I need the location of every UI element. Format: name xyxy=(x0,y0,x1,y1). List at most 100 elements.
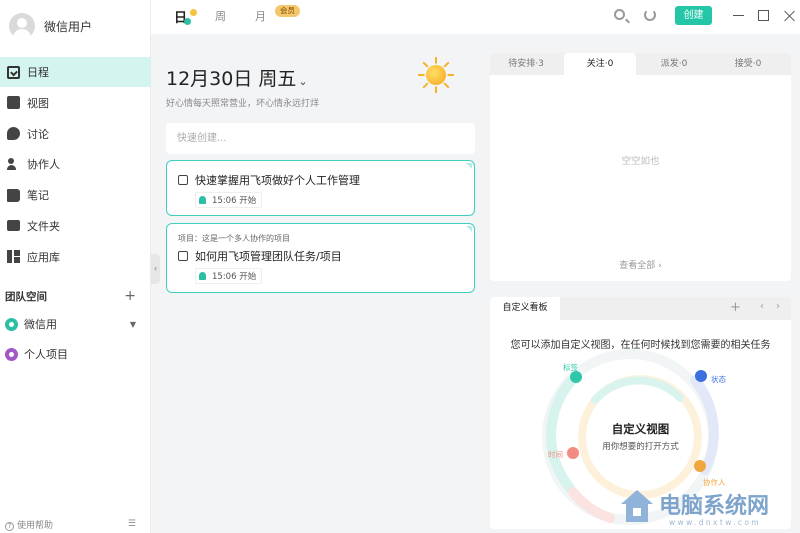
sidebar-item-discussion[interactable]: 讨论 xyxy=(0,119,151,149)
sidebar-item-collaborators[interactable]: 协作人 xyxy=(0,149,151,179)
refresh-icon[interactable] xyxy=(644,9,656,21)
sidebar-item-folders[interactable]: 文件夹 xyxy=(0,211,151,241)
tab-week[interactable]: 周 xyxy=(215,8,226,24)
task-time-label: 15:06 开始 xyxy=(212,272,257,282)
folder-icon xyxy=(7,220,20,232)
chevron-down-icon[interactable]: ▼ xyxy=(130,320,136,329)
empty-state: 空空如也 xyxy=(621,156,660,167)
bell-icon xyxy=(199,196,206,204)
chart-icon xyxy=(7,96,20,110)
bell-icon xyxy=(199,272,206,280)
next-board-button[interactable]: › xyxy=(776,301,780,312)
calendar-check-icon xyxy=(7,65,20,79)
watermark: 电脑系统网 www.dnxtw.com xyxy=(614,488,800,533)
team-item-label: 微信用 xyxy=(24,318,57,331)
prev-board-button[interactable]: ‹ xyxy=(760,301,764,312)
sidebar-item-label: 讨论 xyxy=(27,127,49,141)
task-card[interactable]: 项目：这是一个多人协作的项目 如何用飞项管理团队任务/项目 15:06 开始 xyxy=(166,223,475,293)
avatar[interactable] xyxy=(9,13,35,39)
team-space-title: 团队空间 xyxy=(5,290,47,303)
node-label-tags: 标签 xyxy=(563,363,578,372)
tab-custom-board[interactable]: 自定义看板 xyxy=(490,297,560,320)
vip-badge: 会员 xyxy=(275,5,300,17)
tab-assigned[interactable]: 派发·0 xyxy=(638,53,710,75)
collapse-sidebar-handle[interactable]: ‹ xyxy=(151,254,160,284)
team-space-header: 团队空间 + xyxy=(0,286,151,306)
help-label: 使用帮助 xyxy=(17,520,54,531)
sidebar-item-apps[interactable]: 应用库 xyxy=(0,242,151,272)
team-item-wechat[interactable]: 微信用 ▼ xyxy=(0,312,151,336)
help-icon: ? xyxy=(5,521,14,531)
quick-create-input[interactable]: 快速创建... xyxy=(166,123,475,154)
apps-icon xyxy=(7,250,20,264)
user-profile[interactable]: 微信用户 xyxy=(0,0,151,52)
tab-accepted[interactable]: 接受·0 xyxy=(712,53,784,75)
task-time: 15:06 开始 xyxy=(195,268,263,284)
status-panel: 待安排·3 关注·0 派发·0 接受·0 空空如也 查看全部 › xyxy=(490,53,791,281)
menu-icon[interactable]: ☰ xyxy=(128,519,136,529)
user-name: 微信用户 xyxy=(44,19,93,34)
tab-following[interactable]: 关注·0 xyxy=(564,53,636,75)
board-tabs: 自定义看板 + ‹ › xyxy=(490,297,791,320)
node-status xyxy=(695,370,707,382)
sidebar-item-label: 应用库 xyxy=(27,250,60,264)
notebook-icon xyxy=(7,188,20,202)
task-title-row: 快速掌握用飞项做好个人工作管理 xyxy=(178,172,360,188)
create-button[interactable]: 创建 xyxy=(675,6,712,25)
minimize-icon[interactable] xyxy=(733,15,744,16)
task-project: 项目：这是一个多人协作的项目 xyxy=(178,234,290,243)
node-label-status: 状态 xyxy=(711,375,726,384)
date-picker[interactable]: 12月30日 周五 ⌄ xyxy=(166,64,308,91)
task-card[interactable]: 快速掌握用飞项做好个人工作管理 15:06 开始 xyxy=(166,160,475,216)
sidebar-item-schedule[interactable]: 日程 xyxy=(0,57,151,87)
project-icon xyxy=(5,347,18,361)
maximize-icon[interactable] xyxy=(758,10,769,21)
search-icon[interactable] xyxy=(614,9,625,20)
day-dot-icon xyxy=(184,18,191,25)
help-link[interactable]: ? 使用帮助 xyxy=(5,518,53,531)
node-collaborator xyxy=(694,460,706,472)
chevron-down-icon: ⌄ xyxy=(298,75,308,88)
sun-weather-icon xyxy=(418,57,454,93)
node-label-collaborator: 协作人 xyxy=(703,478,726,487)
tab-month[interactable]: 月 xyxy=(255,8,266,24)
center-title: 自定义视图 xyxy=(611,422,670,436)
sidebar-item-label: 协作人 xyxy=(27,158,60,172)
people-icon xyxy=(7,157,20,171)
chat-icon xyxy=(7,127,20,141)
sidebar-item-notes[interactable]: 笔记 xyxy=(0,180,151,210)
task-checkbox[interactable] xyxy=(178,251,188,261)
view-all-link[interactable]: 查看全部 › xyxy=(490,258,791,271)
center-subtitle: 用你想要的打开方式 xyxy=(602,442,679,452)
sidebar-item-label: 笔记 xyxy=(27,189,49,203)
house-logo-icon xyxy=(621,490,653,522)
task-title-row: 如何用飞项管理团队任务/项目 xyxy=(178,248,342,264)
close-icon[interactable] xyxy=(783,9,796,22)
watermark-title: 电脑系统网 xyxy=(659,494,770,519)
top-bar: 日 周 月 会员 创建 xyxy=(151,0,800,34)
tab-pending[interactable]: 待安排·3 xyxy=(490,53,562,75)
team-icon xyxy=(5,317,18,331)
add-board-button[interactable]: + xyxy=(730,300,741,315)
daily-motto: 好心情每天照常营业，坏心情永远打烊 xyxy=(166,99,320,109)
status-tabs: 待安排·3 关注·0 派发·0 接受·0 xyxy=(490,53,791,75)
add-team-button[interactable]: + xyxy=(124,288,136,304)
ring-arc-time xyxy=(568,487,615,523)
sidebar-nav: 日程 视图 讨论 协作人 笔记 文件夹 应用库 xyxy=(0,57,151,273)
task-time-label: 15:06 开始 xyxy=(212,196,257,206)
sidebar-footer: ? 使用帮助 ☰ xyxy=(0,515,151,533)
team-item-label: 个人项目 xyxy=(24,348,68,361)
page-title: 12月30日 周五 xyxy=(166,68,297,90)
task-title: 如何用飞项管理团队任务/项目 xyxy=(195,250,342,263)
sidebar-item-label: 文件夹 xyxy=(27,219,60,233)
watermark-url: www.dnxtw.com xyxy=(669,518,762,527)
task-checkbox[interactable] xyxy=(178,175,188,185)
sidebar-item-views[interactable]: 视图 xyxy=(0,88,151,118)
day-dot-icon xyxy=(190,9,197,16)
node-label-time: 时间 xyxy=(548,450,563,459)
task-title: 快速掌握用飞项做好个人工作管理 xyxy=(195,174,360,187)
team-item-personal[interactable]: 个人项目 xyxy=(0,342,151,366)
sidebar: 微信用户 日程 视图 讨论 协作人 笔记 文件夹 应用库 团队空间 + 微信用 … xyxy=(0,0,151,533)
task-time: 15:06 开始 xyxy=(195,192,263,208)
center-disc xyxy=(588,385,692,489)
